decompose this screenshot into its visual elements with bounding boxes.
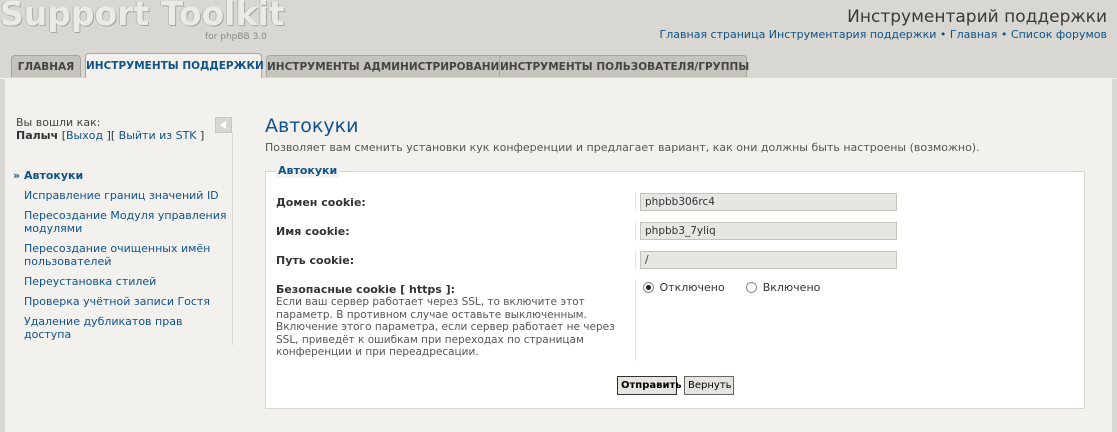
cookie-path-label: Путь cookie: [276,254,355,267]
link-separator: • [1000,28,1008,41]
exit-stk-link[interactable]: Выйти из STK [119,129,197,142]
tab-support-tools[interactable]: ИНСТРУМЕНТЫ ПОДДЕРЖКИ [85,53,264,78]
cookie-name-input[interactable] [640,222,897,240]
logout-link[interactable]: Выход [66,129,103,142]
header: Support Toolkit for phpBB 3.0 Инструмент… [0,0,1117,50]
logged-in-label: Вы вошли как: [16,116,101,129]
sidebar-divider [232,133,233,345]
sidebar-item-fix-id-bounds[interactable]: Исправление границ значений ID [16,189,228,202]
page-description: Позволяет вам сменить установки кук конф… [265,141,980,154]
collapse-sidebar-icon[interactable] [215,117,232,133]
page-title: Автокуки [265,115,359,137]
cookie-secure-label: Безопасные cookie [ https ]: [276,283,456,296]
tab-main[interactable]: ГЛАВНАЯ [11,55,81,77]
radio-secure-on-label[interactable]: Включено [763,281,821,294]
cookie-name-label: Имя cookie: [276,225,350,238]
sidebar-item-reinstall-styles[interactable]: Переустановка стилей [16,275,228,288]
bracket-mid: ][ [106,129,116,142]
username: Палыч [16,129,59,142]
cookie-domain-label: Домен cookie: [276,196,366,209]
submit-button[interactable]: Отправить [617,376,682,395]
top-nav-links: Главная страница Инструментария поддержк… [660,28,1107,41]
radio-secure-off-label[interactable]: Отключено [660,281,725,294]
fieldset-legend: Автокуки [276,164,340,178]
logo[interactable]: Support Toolkit [0,0,285,33]
column-divider [635,250,636,270]
tab-user-group-tools[interactable]: ИНСТРУМЕНТЫ ПОЛЬЗОВАТЕЛЯ/ГРУППЫ [499,55,749,77]
sidebar-item-recreate-clean-usernames[interactable]: Пересоздание очищенных имён пользователе… [16,242,228,268]
logo-subtitle: for phpBB 3.0 [205,32,267,42]
sidebar-item-recreate-module-management[interactable]: Пересоздание Модуля управления модулями [16,209,228,235]
cookie-domain-input[interactable] [640,193,897,211]
sidebar-item-check-guest-account[interactable]: Проверка учётной записи Гостя [16,295,228,308]
link-separator: • [939,28,947,41]
sidebar-item-remove-duplicate-permissions[interactable]: Удаление дубликатов прав доступа [16,315,228,341]
link-home[interactable]: Главная [950,28,998,41]
link-stk-home[interactable]: Главная страница Инструментария поддержк… [660,28,937,41]
bracket-close: ] [200,129,205,142]
radio-secure-on[interactable] [746,282,758,293]
sidebar-item-autocookies[interactable]: Автокуки [13,169,228,182]
cookie-path-input[interactable] [640,251,897,269]
column-divider [635,221,636,241]
column-divider [635,192,636,212]
radio-secure-off[interactable] [643,282,654,293]
sidebar-menu: Автокуки Исправление границ значений ID … [13,169,228,348]
reset-button[interactable]: Вернуть [684,376,734,395]
sidebar-user-info: Вы вошли как: Палыч [Выход ][ Выйти из S… [16,116,231,142]
link-forum-index[interactable]: Список форумов [1011,28,1107,41]
cookie-secure-radio-group: Отключено Включено [643,281,820,294]
cookie-secure-help: Если ваш сервер работает через SSL, то в… [276,296,615,358]
user-line: Палыч [Выход ][ Выйти из STK ] [16,129,231,142]
site-title: Инструментарий поддержки [847,7,1107,27]
tab-admin-tools[interactable]: ИНСТРУМЕНТЫ АДМИНИСТРИРОВАНИЯ [266,55,507,77]
